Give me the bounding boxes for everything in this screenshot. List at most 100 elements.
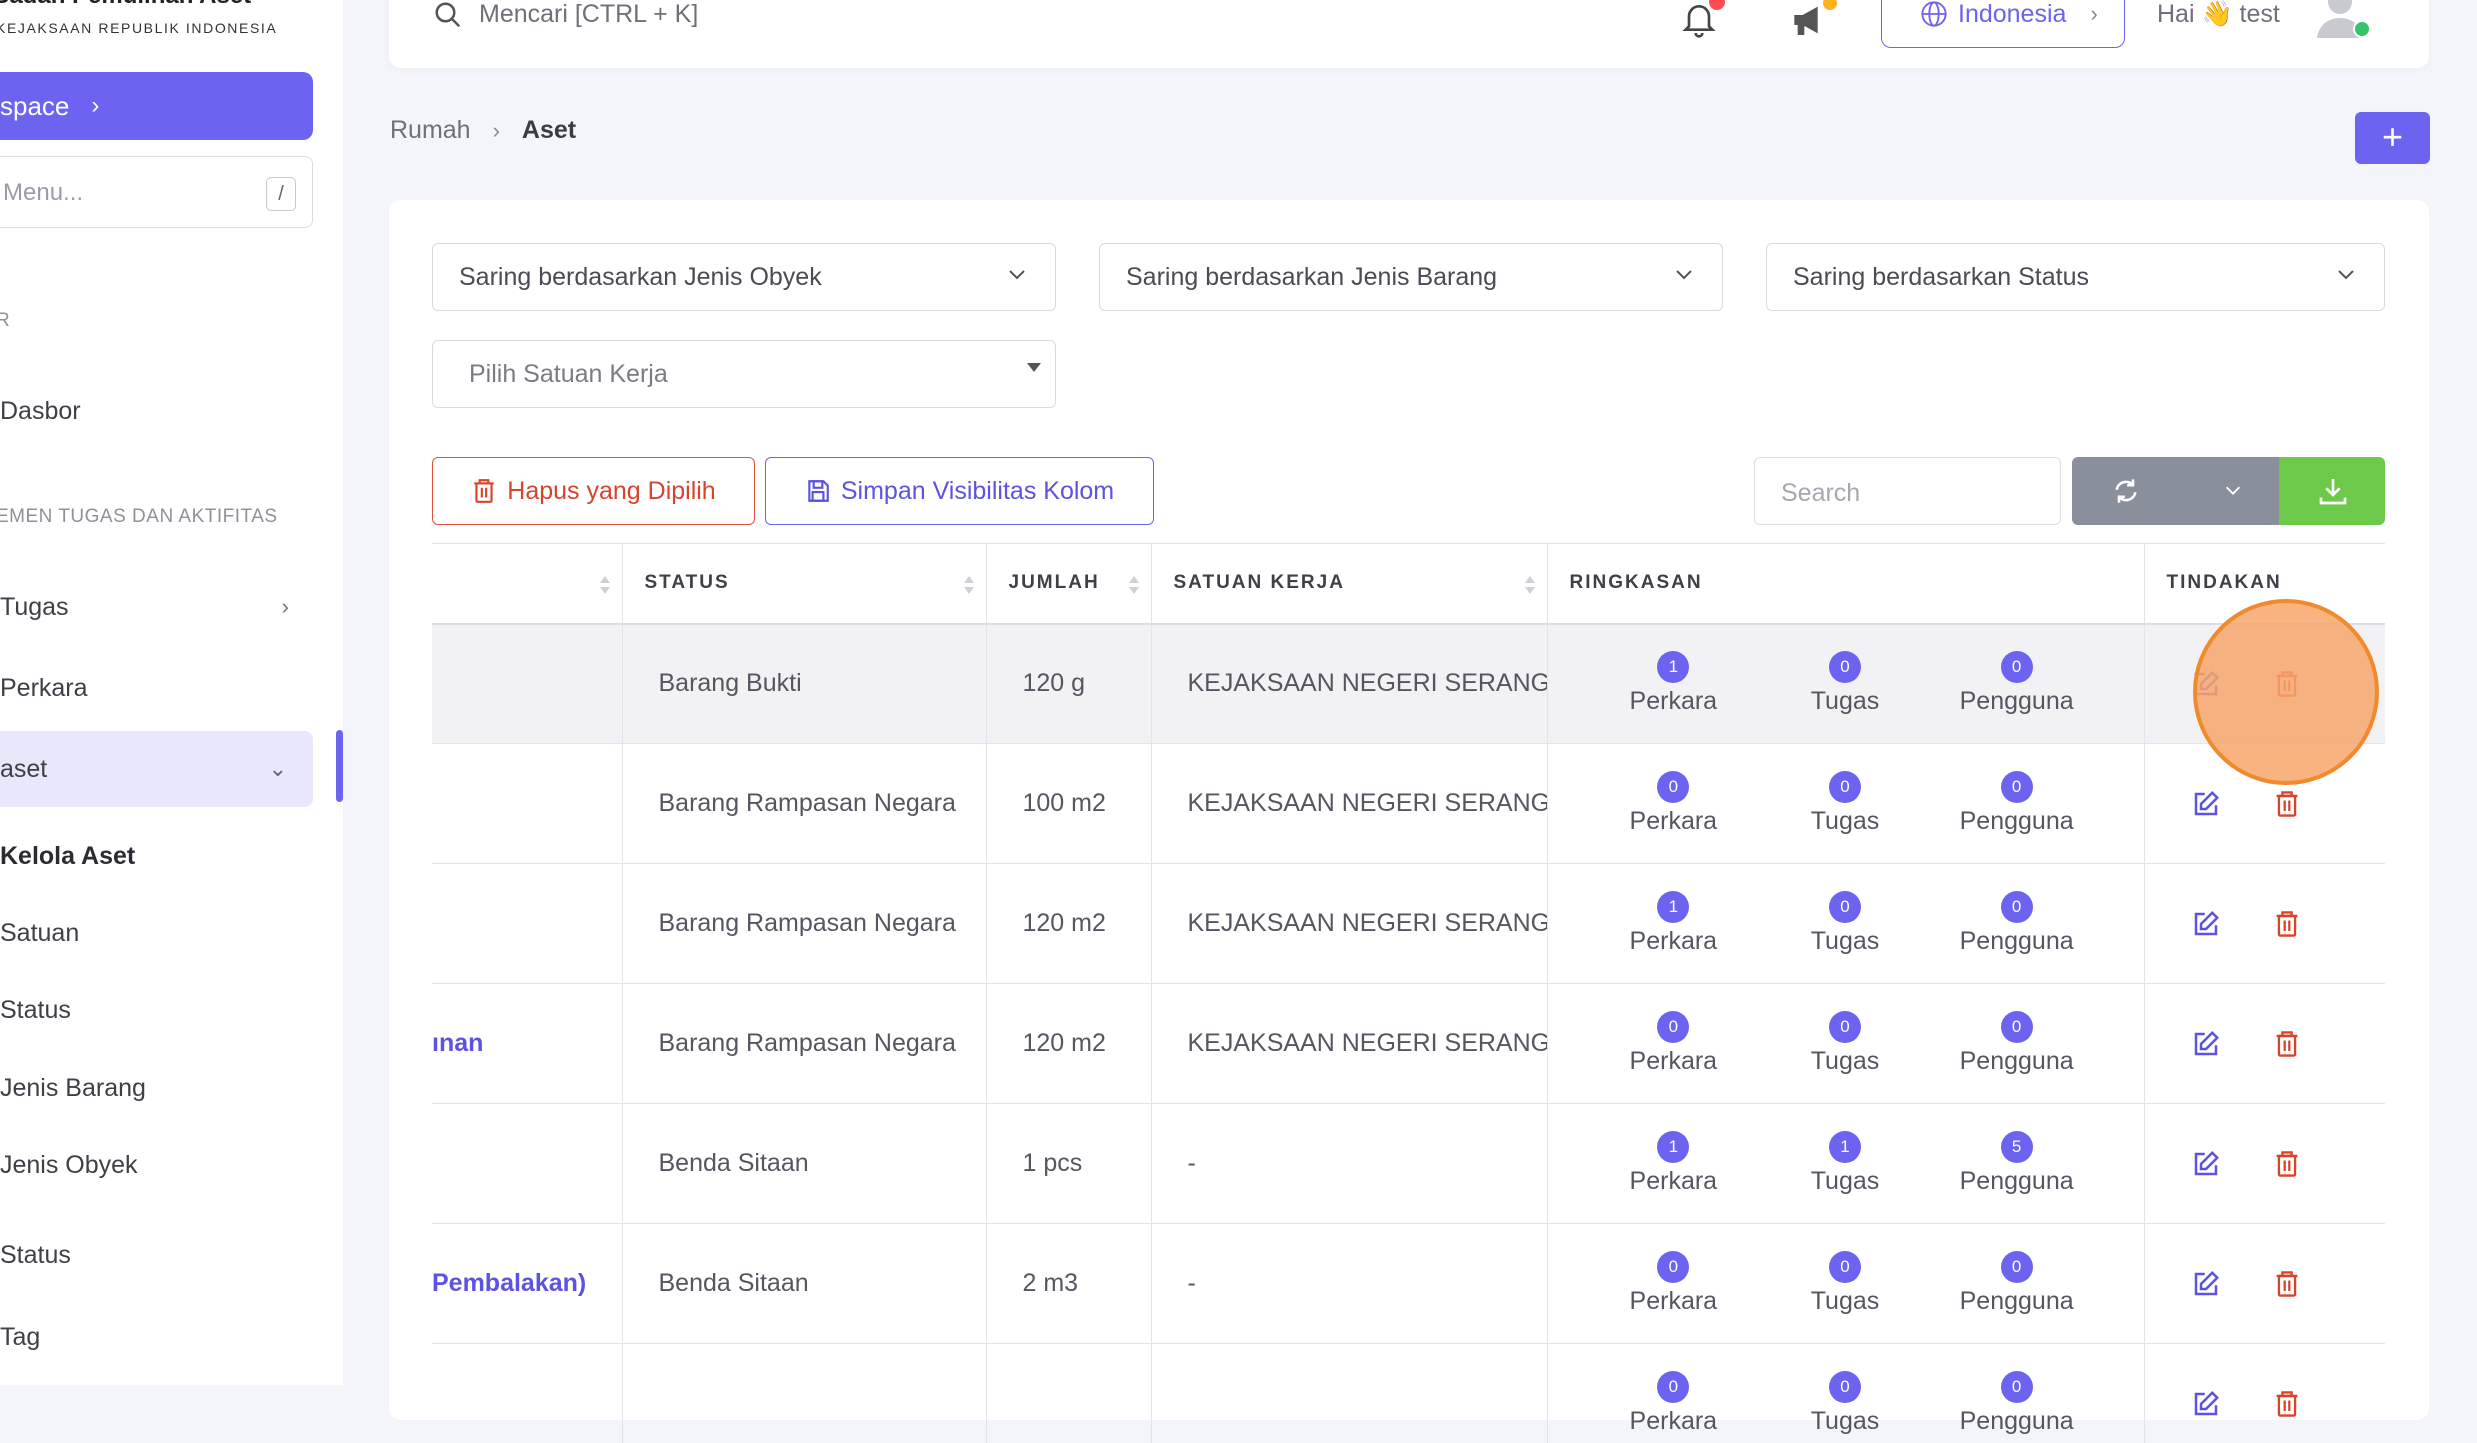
filter-status-label: Saring berdasarkan Status [1793,263,2089,292]
global-search-input[interactable]: Mencari [CTRL + K] [479,0,698,29]
asset-name[interactable]: Pembalakan) [432,1269,586,1297]
sidebar-item-tugas[interactable]: Tugas› [0,578,313,636]
sidebar-item-status-2[interactable]: Status [0,1226,313,1284]
table-row[interactable]: 0Perkara 0Tugas 0Pengguna [432,1344,2385,1443]
satuan-kerja-cell: - [1151,1104,1547,1224]
sidebar-item-perkara[interactable]: Perkara [0,659,313,717]
edit-icon[interactable] [2191,909,2221,939]
language-button[interactable]: Indonesia › [1881,0,2125,48]
table-row[interactable]: Barang Rampasan Negara 120 m2 KEJAKSAAN … [432,864,2385,984]
column-header-jumlah[interactable]: JUMLAH [986,544,1151,624]
download-icon [2317,475,2349,507]
sidebar-item-status[interactable]: Status [0,981,313,1039]
sidebar-item-kelola-aset[interactable]: Kelola Aset [0,827,313,885]
actions-cell [2144,1224,2385,1344]
menu-search[interactable]: / [0,156,313,228]
perkara-count-badge: 0 [1657,1371,1689,1403]
table-search[interactable] [1754,457,2061,525]
table-row[interactable]: ınan Barang Rampasan Negara 120 m2 KEJAK… [432,984,2385,1104]
trash-icon[interactable] [2273,1149,2301,1179]
asset-name-cell[interactable] [432,744,622,864]
column-header-name[interactable] [432,544,622,624]
summary-label: Tugas [1811,1287,1880,1316]
workspace-button[interactable]: space › [0,72,313,140]
jumlah-value: 1 pcs [1023,1149,1083,1177]
workspace-label: space [0,91,69,122]
jumlah-value: 100 m2 [1023,789,1106,817]
asset-name-cell[interactable]: ınan [432,984,622,1104]
download-button[interactable] [2279,457,2385,525]
trash-icon[interactable] [2273,789,2301,819]
save-column-visibility-button[interactable]: Simpan Visibilitas Kolom [765,457,1154,525]
tugas-count-badge: 0 [1829,891,1861,923]
sidebar-item-dasbor[interactable]: Dasbor [0,382,313,440]
asset-name-cell[interactable] [432,624,622,744]
jumlah-value: 120 m2 [1023,909,1106,937]
chevron-down-icon [2334,262,2358,286]
column-header-label: STATUS [645,572,730,593]
asset-name[interactable]: ınan [432,1029,483,1057]
search-icon[interactable] [433,0,463,30]
add-asset-button[interactable]: + [2355,112,2430,164]
actions-cell [2144,1104,2385,1224]
refresh-button[interactable] [2072,457,2279,525]
column-header-satuan-kerja[interactable]: SATUAN KERJA [1151,544,1547,624]
satuan-kerja-cell [1151,1344,1547,1443]
sidebar-item-tag[interactable]: Tag [0,1308,313,1366]
asset-name-cell[interactable]: Pembalakan) [432,1224,622,1344]
perkara-count-badge: 1 [1657,1131,1689,1163]
sidebar: Badan Pemulihan Aset KEJAKSAAN REPUBLIK … [0,0,343,1385]
menu-search-input[interactable] [1,175,245,211]
chevron-down-icon[interactable] [2222,479,2244,501]
trash-icon [471,477,497,505]
filter-satuan-kerja[interactable]: Pilih Satuan Kerja [432,340,1056,408]
sidebar-item-satuan[interactable]: Satuan [0,904,313,962]
trash-icon[interactable] [2273,1269,2301,1299]
delete-selected-button[interactable]: Hapus yang Dipilih [432,457,755,525]
tugas-count-badge: 0 [1829,651,1861,683]
user-greeting: Hai 👋 test [2157,0,2280,29]
filter-jenis-obyek[interactable]: Saring berdasarkan Jenis Obyek [432,243,1056,311]
table-row[interactable]: Benda Sitaan 1 pcs - 1Perkara 1Tugas 5Pe… [432,1104,2385,1224]
trash-icon[interactable] [2273,1389,2301,1419]
status-value: Barang Rampasan Negara [659,789,956,817]
jumlah-value: 120 m2 [1023,1029,1106,1057]
sidebar-item-label: Kelola Aset [0,842,135,871]
asset-name-cell[interactable] [432,1344,622,1443]
column-header-status[interactable]: STATUS [622,544,986,624]
edit-icon[interactable] [2191,1269,2221,1299]
filter-jenis-barang-label: Saring berdasarkan Jenis Barang [1126,263,1497,292]
summary-tugas: 0Tugas [1785,1011,1905,1076]
table-row[interactable]: Pembalakan) Benda Sitaan 2 m3 - 0Perkara… [432,1224,2385,1344]
assets-table: STATUS JUMLAH SATUAN KERJA RINGKASAN TIN… [432,543,2385,1443]
summary-tugas: 0Tugas [1785,651,1905,716]
filter-jenis-barang[interactable]: Saring berdasarkan Jenis Barang [1099,243,1723,311]
sidebar-item-label: Jenis Barang [0,1074,146,1103]
sidebar-item-jenis-barang[interactable]: Jenis Barang [0,1059,313,1117]
edit-icon[interactable] [2191,1389,2221,1419]
breadcrumb-home[interactable]: Rumah [390,116,471,145]
edit-icon[interactable] [2191,789,2221,819]
asset-name-cell[interactable] [432,864,622,984]
chevron-down-icon: ⌄ [269,756,287,782]
sidebar-item-jenis-obyek[interactable]: Jenis Obyek [0,1136,313,1194]
table-row[interactable]: Barang Rampasan Negara 100 m2 KEJAKSAAN … [432,744,2385,864]
table-row[interactable]: Barang Bukti 120 g KEJAKSAAN NEGERI SERA… [432,624,2385,744]
trash-icon[interactable] [2273,909,2301,939]
summary-pengguna: 0Pengguna [1957,891,2077,956]
table-search-input[interactable] [1779,476,2033,510]
trash-icon[interactable] [2273,1029,2301,1059]
sidebar-item-label: Status [0,996,71,1025]
globe-icon [1920,0,1948,28]
tugas-count-badge: 1 [1829,1131,1861,1163]
summary-label: Perkara [1630,687,1718,716]
brand-subtitle: KEJAKSAAN REPUBLIK INDONESIA [0,20,277,36]
asset-name-cell[interactable] [432,1104,622,1224]
filter-status[interactable]: Saring berdasarkan Status [1766,243,2385,311]
perkara-count-badge: 0 [1657,1251,1689,1283]
edit-icon[interactable] [2191,1149,2221,1179]
online-status-dot [2353,20,2371,38]
summary-label: Tugas [1811,807,1880,836]
sidebar-item-aset[interactable]: aset⌄ [0,731,313,807]
edit-icon[interactable] [2191,1029,2221,1059]
